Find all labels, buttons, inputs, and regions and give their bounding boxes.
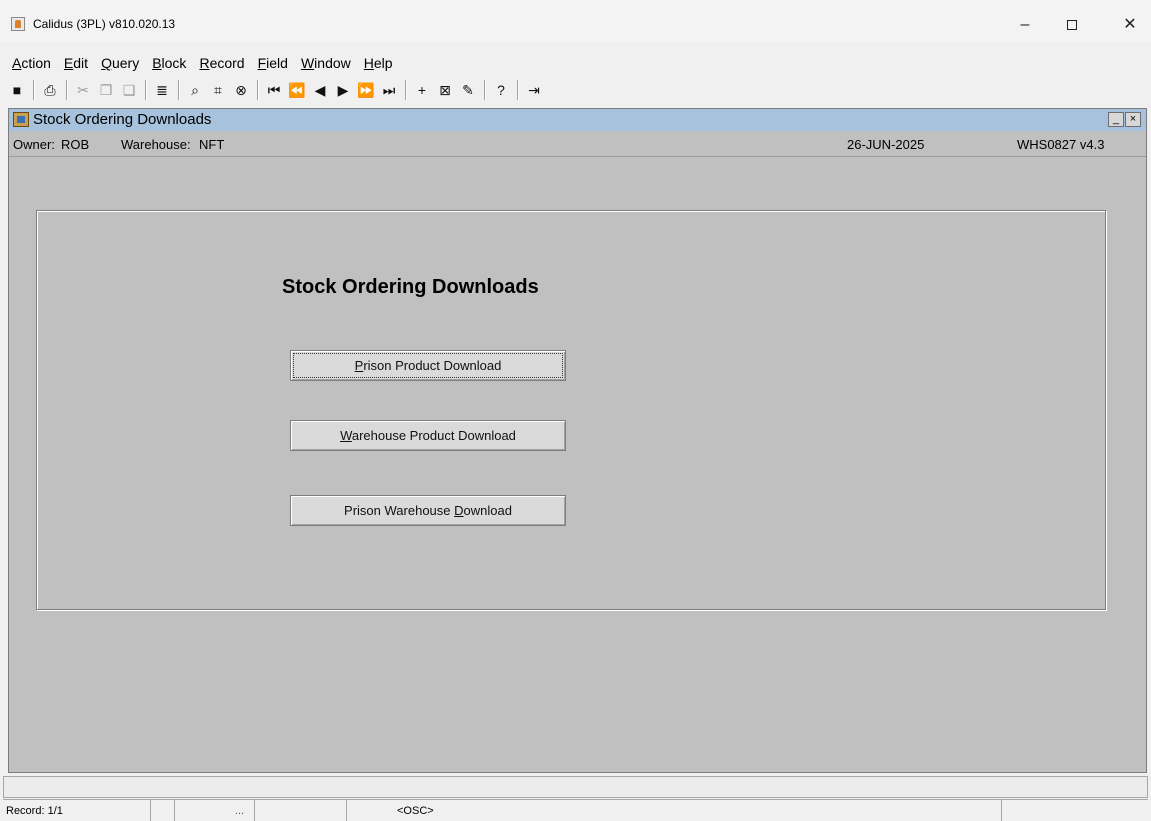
execute-query-icon[interactable]: ⌗ [207, 79, 229, 101]
previous-record-icon[interactable]: ◀ [309, 79, 331, 101]
close-button[interactable]: ✕ [1110, 12, 1150, 38]
list-of-values-icon[interactable]: ≣ [151, 79, 173, 101]
status-cell [1002, 800, 1148, 821]
minimize-button[interactable]: – [1005, 12, 1045, 38]
cancel-query-icon[interactable]: ⊗ [230, 79, 252, 101]
print-icon[interactable]: ⎙ [39, 79, 61, 101]
hint-message-line [3, 776, 1148, 798]
list-of-values-indicator: ... [175, 800, 255, 821]
prison-product-download-button[interactable]: Prison Product Download [290, 350, 566, 381]
current-date: 26-JUN-2025 [847, 137, 925, 152]
record-count: Record: 1/1 [3, 800, 151, 821]
next-block-icon[interactable]: ⏩ [355, 79, 377, 101]
warehouse-value: NFT [199, 137, 225, 152]
menu-help[interactable]: Help [355, 52, 397, 74]
form-title: Stock Ordering Downloads [33, 111, 212, 128]
toolbar-separator [33, 80, 35, 100]
toolbar-separator [405, 80, 407, 100]
status-cell [255, 800, 347, 821]
mode-indicator: <OSC> [347, 800, 1002, 821]
form-minimize-button[interactable]: _ [1108, 112, 1124, 127]
form-titlebar: Stock Ordering Downloads _ × [9, 109, 1146, 131]
menu-query[interactable]: Query [92, 52, 143, 74]
toolbar-separator [178, 80, 180, 100]
warehouse-product-download-button[interactable]: Warehouse Product Download [290, 420, 566, 451]
menu-action[interactable]: Action [0, 52, 55, 74]
prison-warehouse-download-button[interactable]: Prison Warehouse Download [290, 495, 566, 526]
first-block-icon[interactable]: ⏮ [263, 79, 285, 101]
paste-icon[interactable]: ❏ [118, 79, 140, 101]
window-title: Calidus (3PL) v810.020.13 [33, 17, 176, 31]
toolbar: ■ ⎙ ✂ ❐ ❏ ≣ ⌕ ⌗ ⊗ ⏮ ⏪ ◀ ▶ ⏩ ⏭ + ⊠ ✎ ? ⇥ [6, 77, 546, 103]
toolbar-separator [517, 80, 519, 100]
maximize-button[interactable] [1052, 12, 1092, 38]
owner-label: Owner: [13, 137, 55, 152]
previous-block-icon[interactable]: ⏪ [286, 79, 308, 101]
menu-block[interactable]: Block [143, 52, 190, 74]
insert-record-icon[interactable]: + [411, 79, 433, 101]
copy-icon[interactable]: ❐ [95, 79, 117, 101]
save-icon[interactable]: ■ [6, 79, 28, 101]
toolbar-separator [145, 80, 147, 100]
help-icon[interactable]: ? [490, 79, 512, 101]
menu-record[interactable]: Record [190, 52, 248, 74]
menu-edit[interactable]: Edit [55, 52, 92, 74]
last-block-icon[interactable]: ⏭ [378, 79, 400, 101]
exit-icon[interactable]: ⇥ [523, 79, 545, 101]
panel-heading: Stock Ordering Downloads [282, 276, 539, 298]
form-close-button[interactable]: × [1125, 112, 1141, 127]
status-bar: Record: 1/1 ... <OSC> [3, 799, 1148, 821]
window-titlebar: Calidus (3PL) v810.020.13 – ✕ [0, 0, 1151, 42]
form-icon [13, 112, 29, 127]
stock-ordering-form-window: Stock Ordering Downloads _ × Owner: ROB … [8, 108, 1147, 773]
context-info-bar: Owner: ROB Warehouse: NFT 26-JUN-2025 WH… [9, 133, 1146, 157]
delete-record-icon[interactable]: ⊠ [434, 79, 456, 101]
status-cell [151, 800, 175, 821]
next-record-icon[interactable]: ▶ [332, 79, 354, 101]
toolbar-separator [484, 80, 486, 100]
cut-icon[interactable]: ✂ [72, 79, 94, 101]
form-version: WHS0827 v4.3 [1017, 137, 1105, 152]
toolbar-separator [257, 80, 259, 100]
menu-bar: Action Edit Query Block Record Field Win… [0, 52, 397, 74]
owner-value: ROB [61, 137, 90, 152]
download-options-panel: Stock Ordering Downloads Prison Product … [36, 210, 1106, 610]
menu-field[interactable]: Field [249, 52, 292, 74]
maximize-icon [1067, 19, 1077, 30]
warehouse-label: Warehouse: [121, 137, 191, 152]
java-app-icon [11, 17, 25, 31]
enter-query-icon[interactable]: ⌕ [184, 79, 206, 101]
clear-record-icon[interactable]: ✎ [457, 79, 479, 101]
toolbar-separator [66, 80, 68, 100]
menu-window[interactable]: Window [292, 52, 355, 74]
